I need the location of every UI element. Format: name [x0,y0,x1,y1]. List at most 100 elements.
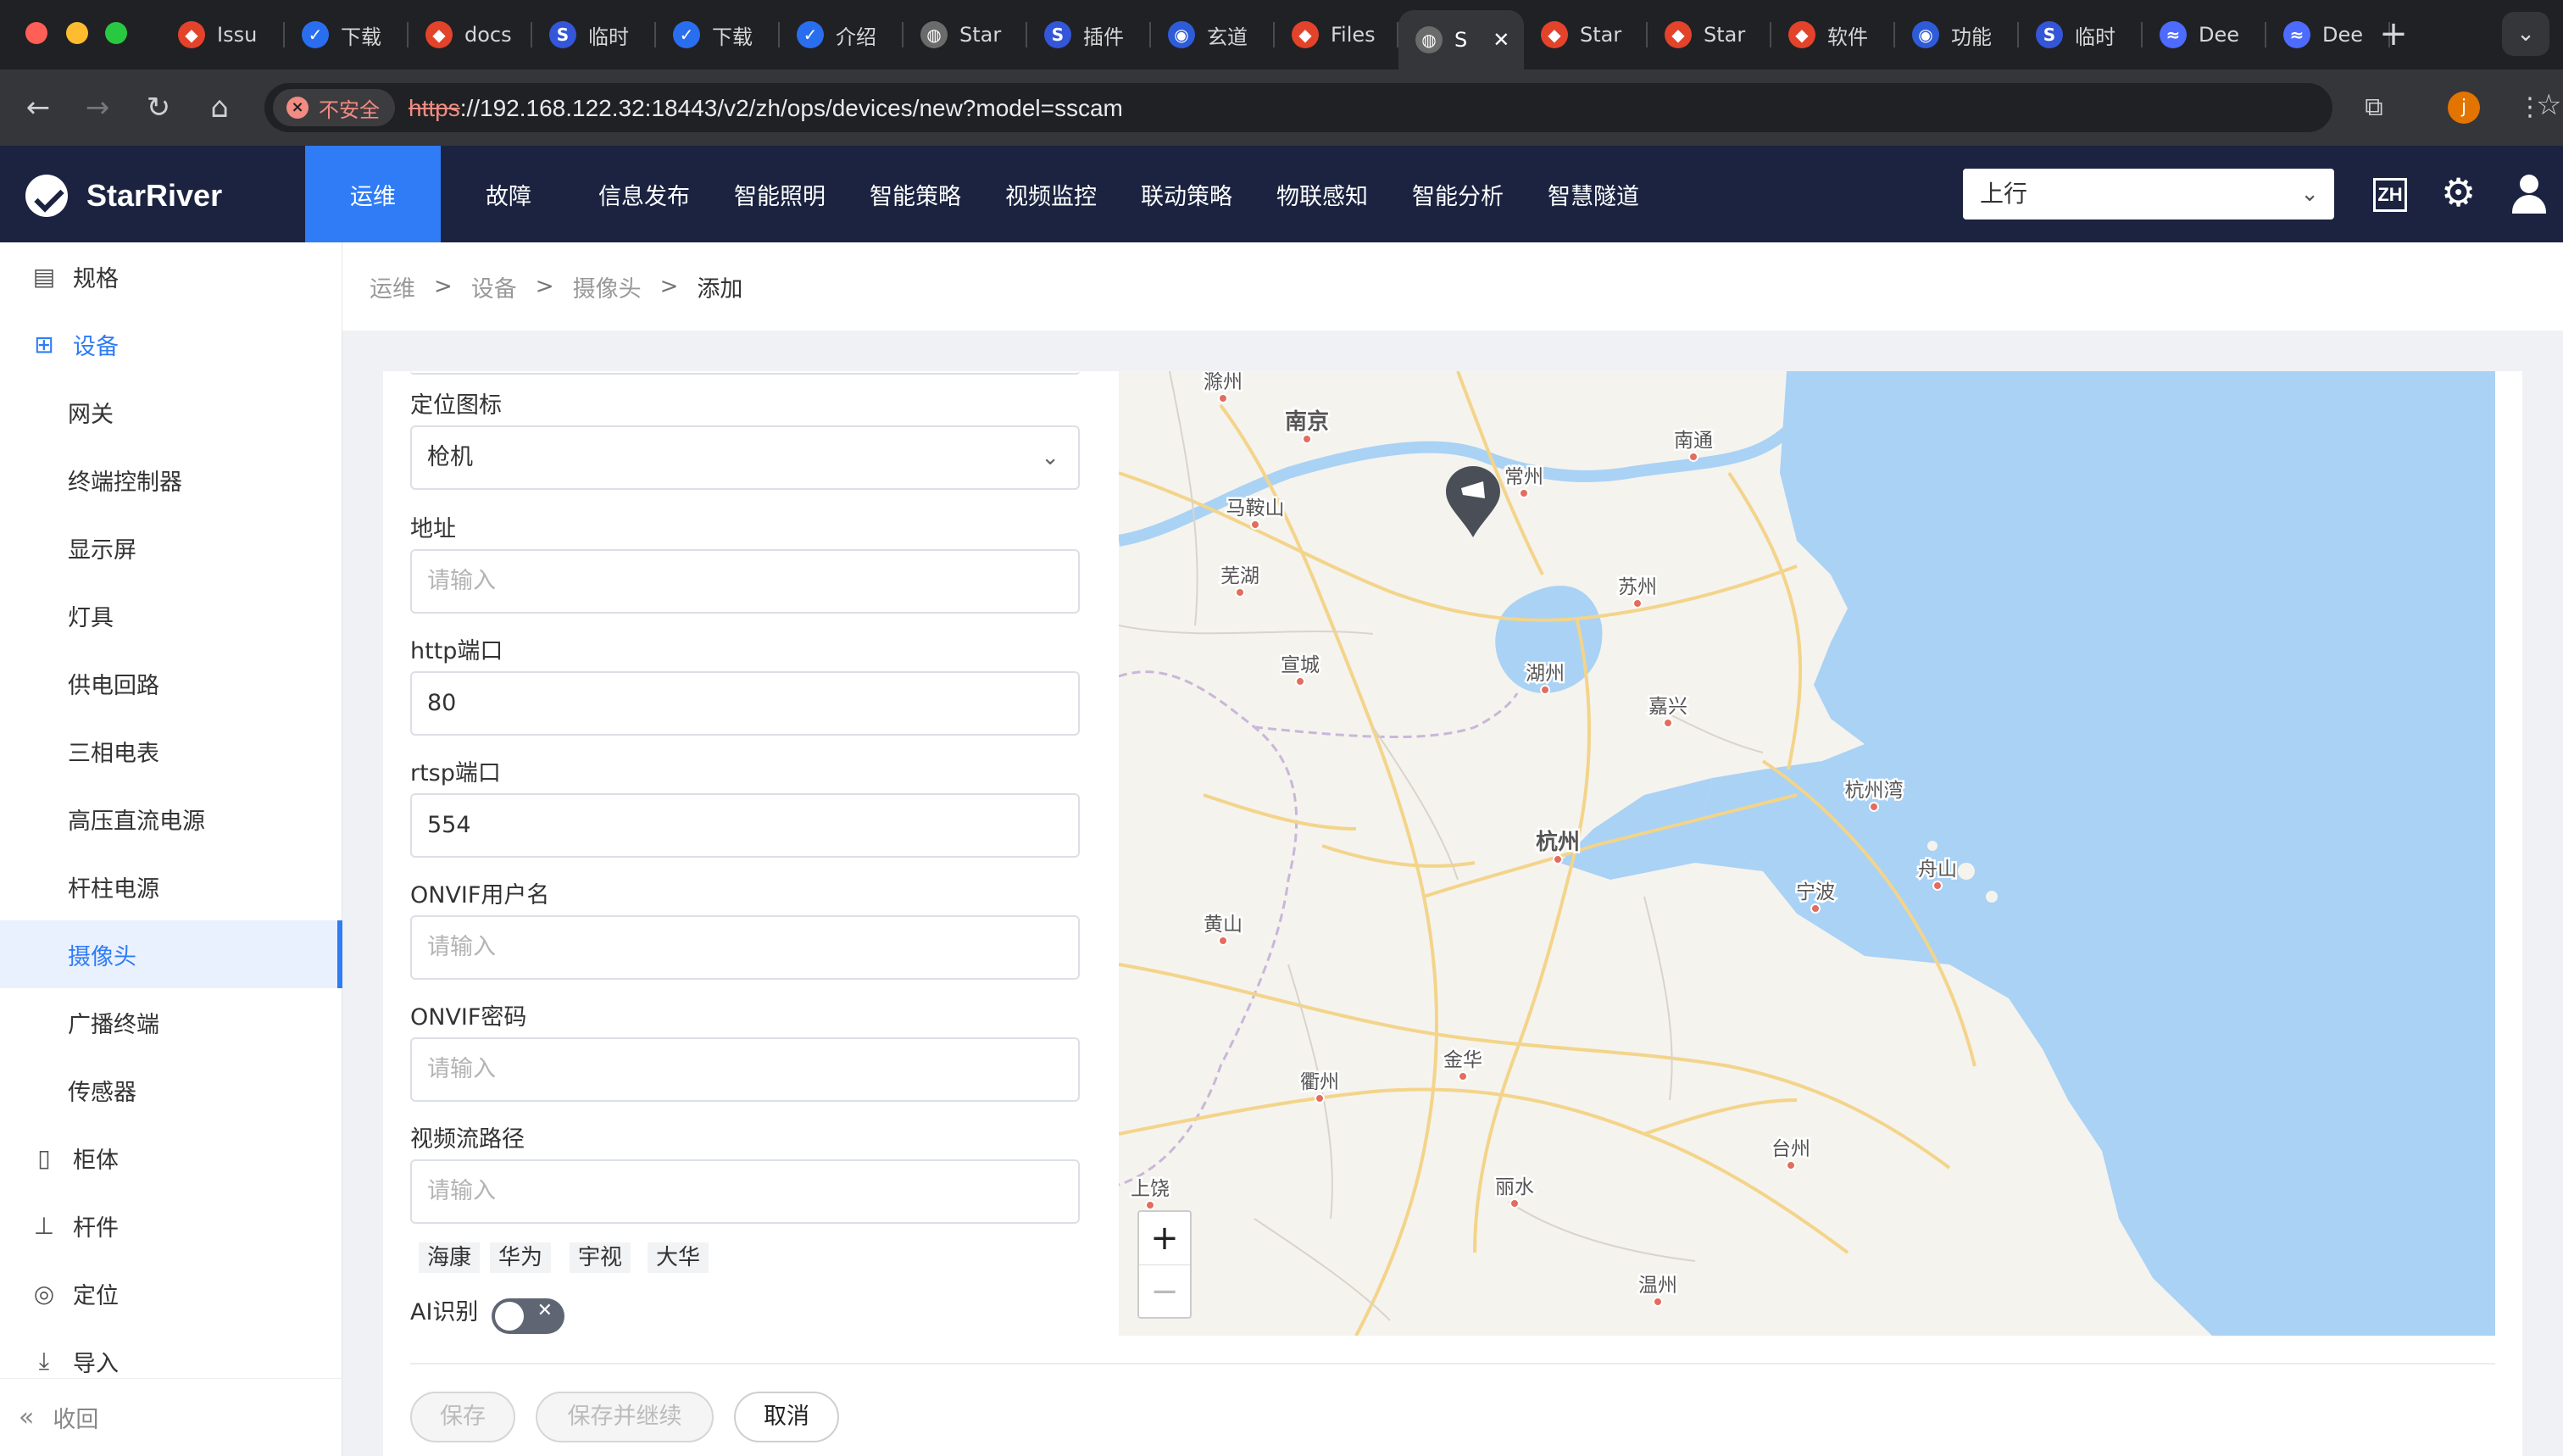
sidebar-item[interactable]: 广播终端 [0,988,342,1056]
vendor-tag-huawei[interactable]: 华为 [490,1242,552,1273]
sidebar-item[interactable]: 供电回路 [0,649,342,717]
reload-icon[interactable]: ↻ [137,86,180,129]
browser-tab[interactable]: ◍ Star [903,10,1027,59]
http-port-input[interactable]: 80 [410,671,1080,736]
nav-item[interactable]: 智慧隧道 [1526,146,1661,242]
nav-item[interactable]: 故障 [441,146,576,242]
sidebar-item[interactable]: 杆柱电源 [0,853,342,920]
stream-path-input[interactable]: 请输入 [410,1159,1080,1224]
browser-tab[interactable]: ◉ 玄道 [1151,10,1275,59]
browser-tab[interactable]: S 临时 [532,10,656,59]
sidebar-item[interactable]: 终端控制器 [0,446,342,514]
language-switch[interactable]: ZH [2373,178,2407,212]
close-tab-icon[interactable]: ✕ [1493,28,1509,52]
browser-tab[interactable]: ◆ docs [409,10,532,59]
home-icon[interactable]: ⌂ [198,86,241,129]
s-app-icon: S [2036,21,2063,48]
onvif-user-label: ONVIF用户名 [410,882,550,909]
yuque-icon: ✓ [797,21,824,48]
sidebar-item[interactable]: 三相电表 [0,717,342,785]
browser-tab[interactable]: S 临时 [2019,10,2143,59]
breadcrumb-item[interactable]: 摄像头 [573,270,642,303]
nav-item[interactable]: 信息发布 [576,146,712,242]
onvif-pass-input[interactable]: 请输入 [410,1037,1080,1102]
direction-select[interactable]: 上行 ⌄ [1963,169,2334,220]
browser-tab[interactable]: ◆ Issu [161,10,285,59]
sidebar: ▤ 规格 ⊞ 设备 网关 终端控制器 显示屏 灯具 供电回路 三相电表 高压直流电源 杆柱电源 摄像头广… [0,242,342,1456]
nav-item[interactable]: 运维 [305,146,441,242]
zoom-out-button[interactable]: − [1139,1264,1190,1317]
browser-tab[interactable]: ◆ Star [1524,10,1648,59]
address-label: 地址 [410,516,456,542]
nav-item[interactable]: 物联感知 [1254,146,1390,242]
url-text[interactable]: https://192.168.122.32:18443/v2/zh/ops/d… [409,95,1123,122]
profile-avatar[interactable]: j [2448,92,2480,124]
sidebar-item[interactable]: 摄像头 [0,920,342,988]
address-input[interactable]: 请输入 [410,549,1080,614]
sidebar-item[interactable]: 网关 [0,378,342,446]
sidebar-item[interactable]: 灯具 [0,581,342,649]
tab-search-chevron-icon[interactable]: ⌄ [2502,12,2549,56]
browser-tab[interactable]: ✓ 下载 [656,10,780,59]
address-bar[interactable]: × 不安全 https://192.168.122.32:18443/v2/zh… [264,83,2561,132]
app-logo[interactable]: StarRiver [25,175,222,217]
sidebar-item[interactable]: 高压直流电源 [0,785,342,853]
extensions-puzzle-icon[interactable]: ⧉ [2353,86,2395,129]
maximize-window-button[interactable] [105,22,127,44]
sidebar-item[interactable]: ▯ 柜体 [0,1124,342,1192]
nav-item[interactable]: 智能分析 [1390,146,1526,242]
new-tab-button[interactable]: + [2373,14,2414,54]
collapse-sidebar-button[interactable]: « 收回 [0,1378,342,1456]
breadcrumb-item[interactable]: 设备 [471,270,517,303]
minimize-window-button[interactable] [66,22,88,44]
breadcrumb-item[interactable]: 运维 [370,270,415,303]
browser-tab[interactable]: ◆ Files [1275,10,1398,59]
brand-name: StarRiver [86,178,223,213]
sidebar-item[interactable]: ⊞ 设备 [0,310,342,378]
browser-tab[interactable]: ◍ S ✕ [1398,10,1524,69]
nav-item[interactable]: 视频监控 [983,146,1119,242]
back-arrow-icon[interactable]: ← [17,86,59,129]
nav-item[interactable]: 智能策略 [848,146,983,242]
svg-text:温州: 温州 [1638,1275,1677,1297]
globe-icon: ◍ [920,21,948,48]
insecure-badge[interactable]: × 不安全 [273,89,395,126]
icon-select[interactable]: 枪机 ⌄ [410,425,1080,490]
deepseek-icon: ≈ [2283,21,2310,48]
browser-tab[interactable]: ✓ 介绍 [780,10,903,59]
vendor-tag-uniview[interactable]: 宇视 [570,1242,631,1273]
browser-tab[interactable]: ✓ 下载 [285,10,409,59]
map-canvas[interactable]: 滁州南京南通常州马鞍山芜湖 苏州宣城 湖州嘉兴杭州湾杭州宁波 舟山黄山金华衢州台州丽水… [1119,371,2495,1336]
vendor-tag-hikvision[interactable]: 海康 [419,1242,481,1273]
nav-item[interactable]: 智能照明 [712,146,848,242]
user-icon[interactable] [2509,175,2549,217]
rtsp-port-input[interactable]: 554 [410,793,1080,858]
browser-tab[interactable]: ◆ Star [1648,10,1771,59]
zoom-in-button[interactable]: + [1139,1212,1190,1264]
nav-item[interactable]: 联动策略 [1119,146,1254,242]
sidebar-item[interactable]: ⊥ 杆件 [0,1192,342,1259]
location-map[interactable]: 滁州 南京 南通 常州 马鞍山 芜湖 苏州 宣城 湖州 嘉兴 杭州湾 杭州 宁波 舟山 黄山 金华 衢州 台州 丽水… [1119,371,2495,1336]
cancel-button[interactable]: 取消 [734,1392,839,1442]
sidebar-item[interactable]: 传感器 [0,1056,342,1124]
ai-recognition-toggle[interactable]: ✕ [492,1298,564,1334]
sidebar-item[interactable]: ▤ 规格 [0,242,342,310]
onvif-user-input[interactable]: 请输入 [410,915,1080,980]
forward-arrow-icon[interactable]: → [76,86,119,129]
browser-tab[interactable]: ◉ 功能 [1895,10,2019,59]
save-and-continue-button[interactable]: 保存并继续 [536,1392,714,1442]
browser-tab[interactable]: ≈ Dee [2266,10,2390,59]
browser-menu-icon[interactable]: ⋮ [2509,86,2551,129]
circle-app-icon: ◉ [1168,21,1195,48]
save-button[interactable]: 保存 [410,1392,515,1442]
sidebar-item[interactable]: 显示屏 [0,514,342,581]
gitlab-icon: ◆ [178,21,205,48]
browser-tab[interactable]: ≈ Dee [2143,10,2266,59]
browser-tab[interactable]: S 插件 [1027,10,1151,59]
browser-tab[interactable]: ◆ 软件 [1771,10,1895,59]
warning-icon: × [286,97,309,119]
gear-icon[interactable]: ⚙ [2441,171,2476,214]
sidebar-item[interactable]: ◎ 定位 [0,1259,342,1327]
close-window-button[interactable] [25,22,47,44]
vendor-tag-dahua[interactable]: 大华 [648,1242,709,1273]
